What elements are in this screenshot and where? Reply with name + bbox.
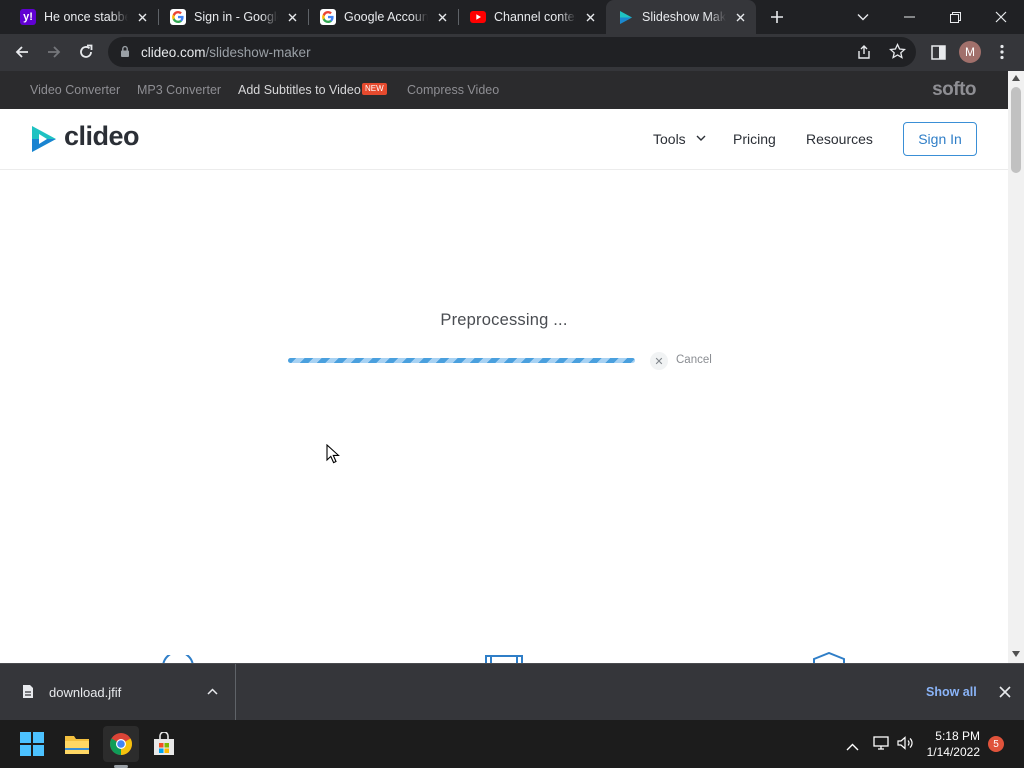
page-viewport: Video Converter MP3 Converter Add Subtit… xyxy=(0,71,1024,663)
profile-avatar[interactable]: M xyxy=(959,41,981,63)
tab-yahoo[interactable]: y! He once stabbed xyxy=(8,0,158,34)
mouse-cursor-icon xyxy=(326,443,340,469)
softo-link-video-converter[interactable]: Video Converter xyxy=(30,83,120,97)
clock-time[interactable]: 5:18 PM xyxy=(900,729,980,743)
address-bar[interactable]: clideo.com/slideshow-maker xyxy=(108,37,916,67)
download-file-name: download.jfif xyxy=(49,685,122,700)
tab-title: He once stabbed xyxy=(44,10,128,24)
scroll-up-icon xyxy=(1012,75,1020,81)
clideo-logo-text[interactable]: clideo xyxy=(64,121,140,152)
feature-icon-right xyxy=(812,651,846,663)
scrollbar-thumb[interactable] xyxy=(1011,87,1021,173)
chevron-up-icon[interactable] xyxy=(846,738,859,756)
softo-link-compress-video[interactable]: Compress Video xyxy=(407,83,499,97)
chevron-down-icon xyxy=(857,14,869,21)
close-icon xyxy=(995,11,1007,23)
yahoo-icon: y! xyxy=(20,9,36,25)
minimize-icon xyxy=(903,16,915,18)
download-shelf: download.jfif Show all xyxy=(0,663,1024,720)
download-item[interactable]: download.jfif xyxy=(0,664,236,720)
star-icon[interactable] xyxy=(888,42,907,65)
softo-logo[interactable]: softo xyxy=(932,79,976,101)
reload-button[interactable] xyxy=(71,37,101,67)
chevron-down-icon xyxy=(696,135,706,141)
minimize-button[interactable] xyxy=(886,0,932,34)
close-icon[interactable] xyxy=(732,9,748,25)
close-icon[interactable] xyxy=(134,9,150,25)
tab-title: Channel content xyxy=(494,10,576,24)
scroll-down-icon xyxy=(1012,651,1020,657)
close-icon xyxy=(999,686,1011,698)
tab-slideshow-maker[interactable]: Slideshow Maker xyxy=(606,0,756,34)
tab-title: Google Account xyxy=(344,10,428,24)
side-panel-icon xyxy=(930,44,946,60)
notification-badge[interactable]: 5 xyxy=(988,736,1004,752)
share-icon[interactable] xyxy=(856,44,872,65)
new-tab-button[interactable] xyxy=(754,0,800,34)
cancel-button[interactable]: Cancel xyxy=(676,354,712,366)
tab-title: Slideshow Maker xyxy=(642,10,726,24)
lock-icon xyxy=(121,45,129,57)
new-badge: NEW xyxy=(362,83,387,95)
close-icon[interactable] xyxy=(582,9,598,25)
restore-icon xyxy=(949,11,961,23)
cancel-icon[interactable]: ✕ xyxy=(650,352,668,370)
windows-start-icon[interactable] xyxy=(14,726,50,762)
file-icon xyxy=(23,685,33,698)
reload-icon xyxy=(80,44,93,58)
url-host: clideo.com xyxy=(141,45,206,60)
browser-tab-strip: y! He once stabbed Sign in - Google Goog… xyxy=(0,0,1024,34)
nav-tools[interactable]: Tools xyxy=(653,131,706,147)
close-window-button[interactable] xyxy=(978,0,1024,34)
microsoft-store-icon[interactable] xyxy=(146,726,182,762)
browser-toolbar: clideo.com/slideshow-maker xyxy=(0,34,1024,71)
tab-search-button[interactable] xyxy=(840,0,886,34)
kebab-menu-icon xyxy=(1000,44,1004,60)
sign-in-button[interactable]: Sign In xyxy=(903,122,977,156)
youtube-icon xyxy=(470,9,486,25)
tab-google-signin[interactable]: Sign in - Google xyxy=(158,0,308,34)
menu-button[interactable] xyxy=(987,37,1017,67)
close-icon[interactable] xyxy=(284,9,300,25)
arrow-right-icon xyxy=(48,46,61,58)
chrome-taskbar-icon[interactable] xyxy=(103,726,139,768)
feature-icon-middle xyxy=(485,654,523,663)
clideo-logo-icon[interactable] xyxy=(30,124,58,159)
progress-bar-fill xyxy=(288,358,635,363)
site-header: clideo Tools Pricing Resources Sign In xyxy=(0,109,1008,170)
clock-date[interactable]: 1/14/2022 xyxy=(900,745,980,759)
tab-google-account[interactable]: Google Account xyxy=(308,0,458,34)
tab-youtube-channel[interactable]: Channel content xyxy=(458,0,606,34)
feature-icon-left xyxy=(161,651,195,663)
softo-top-bar: Video Converter MP3 Converter Add Subtit… xyxy=(0,71,1008,109)
close-shelf-button[interactable] xyxy=(999,685,1011,703)
nav-resources[interactable]: Resources xyxy=(806,131,873,147)
tab-title: Sign in - Google xyxy=(194,10,278,24)
google-icon xyxy=(170,9,186,25)
plus-icon xyxy=(771,11,783,23)
forward-button[interactable] xyxy=(39,37,69,67)
softo-link-add-subtitles[interactable]: Add Subtitles to Video xyxy=(238,83,361,97)
nav-pricing[interactable]: Pricing xyxy=(733,131,776,147)
url-text: clideo.com/slideshow-maker xyxy=(141,45,311,60)
restore-button[interactable] xyxy=(932,0,978,34)
url-path: /slideshow-maker xyxy=(205,45,311,60)
network-icon[interactable] xyxy=(873,736,891,755)
show-all-button[interactable]: Show all xyxy=(926,685,977,699)
back-button[interactable] xyxy=(7,37,37,67)
chevron-up-icon xyxy=(207,688,218,695)
close-icon[interactable] xyxy=(434,9,450,25)
softo-link-mp3-converter[interactable]: MP3 Converter xyxy=(137,83,221,97)
file-explorer-icon[interactable] xyxy=(59,726,95,762)
page-scrollbar[interactable] xyxy=(1008,71,1024,663)
nav-tools-label: Tools xyxy=(653,131,686,147)
clideo-icon xyxy=(618,9,634,25)
google-icon xyxy=(320,9,336,25)
progress-bar xyxy=(288,358,635,363)
windows-taskbar xyxy=(0,720,1024,768)
side-panel-button[interactable] xyxy=(923,37,953,67)
preprocessing-status: Preprocessing ... xyxy=(440,311,568,329)
arrow-left-icon xyxy=(15,46,28,58)
